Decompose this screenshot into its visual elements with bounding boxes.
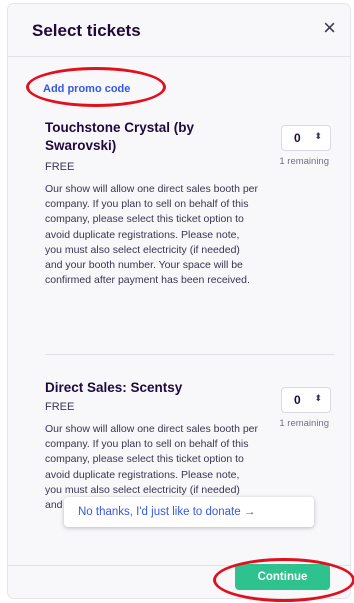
ticket-item: Direct Sales: Scentsy FREE Our show will… bbox=[45, 379, 335, 565]
chevron-updown-icon: ⬍ bbox=[314, 131, 322, 141]
add-promo-code-link[interactable]: Add promo code bbox=[43, 83, 130, 95]
ticket-name: Touchstone Crystal (by Swarovski) bbox=[45, 120, 195, 153]
ticket-divider bbox=[45, 354, 335, 355]
close-icon[interactable]: × bbox=[323, 17, 336, 39]
ticket-name: Direct Sales: Scentsy bbox=[45, 380, 183, 395]
ticket-list[interactable]: Add promo code Touchstone Crystal (by Sw… bbox=[8, 57, 350, 565]
remaining-count: 1 remaining bbox=[279, 418, 329, 429]
quantity-value: 0 bbox=[294, 131, 301, 145]
ticket-item: Touchstone Crystal (by Swarovski) FREE O… bbox=[45, 119, 335, 319]
quantity-value: 0 bbox=[294, 393, 301, 407]
donate-label: No thanks, I'd just like to donate → bbox=[78, 506, 256, 518]
ticket-description: Our show will allow one direct sales boo… bbox=[45, 183, 259, 287]
quantity-select[interactable]: 0 ⬍ bbox=[281, 387, 331, 413]
ticket-price: FREE bbox=[45, 161, 75, 173]
quantity-select[interactable]: 0 ⬍ bbox=[281, 125, 331, 151]
donate-button[interactable]: No thanks, I'd just like to donate → bbox=[64, 497, 314, 527]
remaining-count: 1 remaining bbox=[279, 156, 329, 167]
continue-button[interactable]: Continue bbox=[235, 564, 330, 590]
modal-header: Select tickets × bbox=[8, 4, 350, 57]
select-tickets-modal: Select tickets × Add promo code Touchsto… bbox=[8, 4, 350, 598]
ticket-price: FREE bbox=[45, 401, 75, 413]
modal-title: Select tickets bbox=[32, 21, 141, 40]
chevron-updown-icon: ⬍ bbox=[314, 393, 322, 403]
